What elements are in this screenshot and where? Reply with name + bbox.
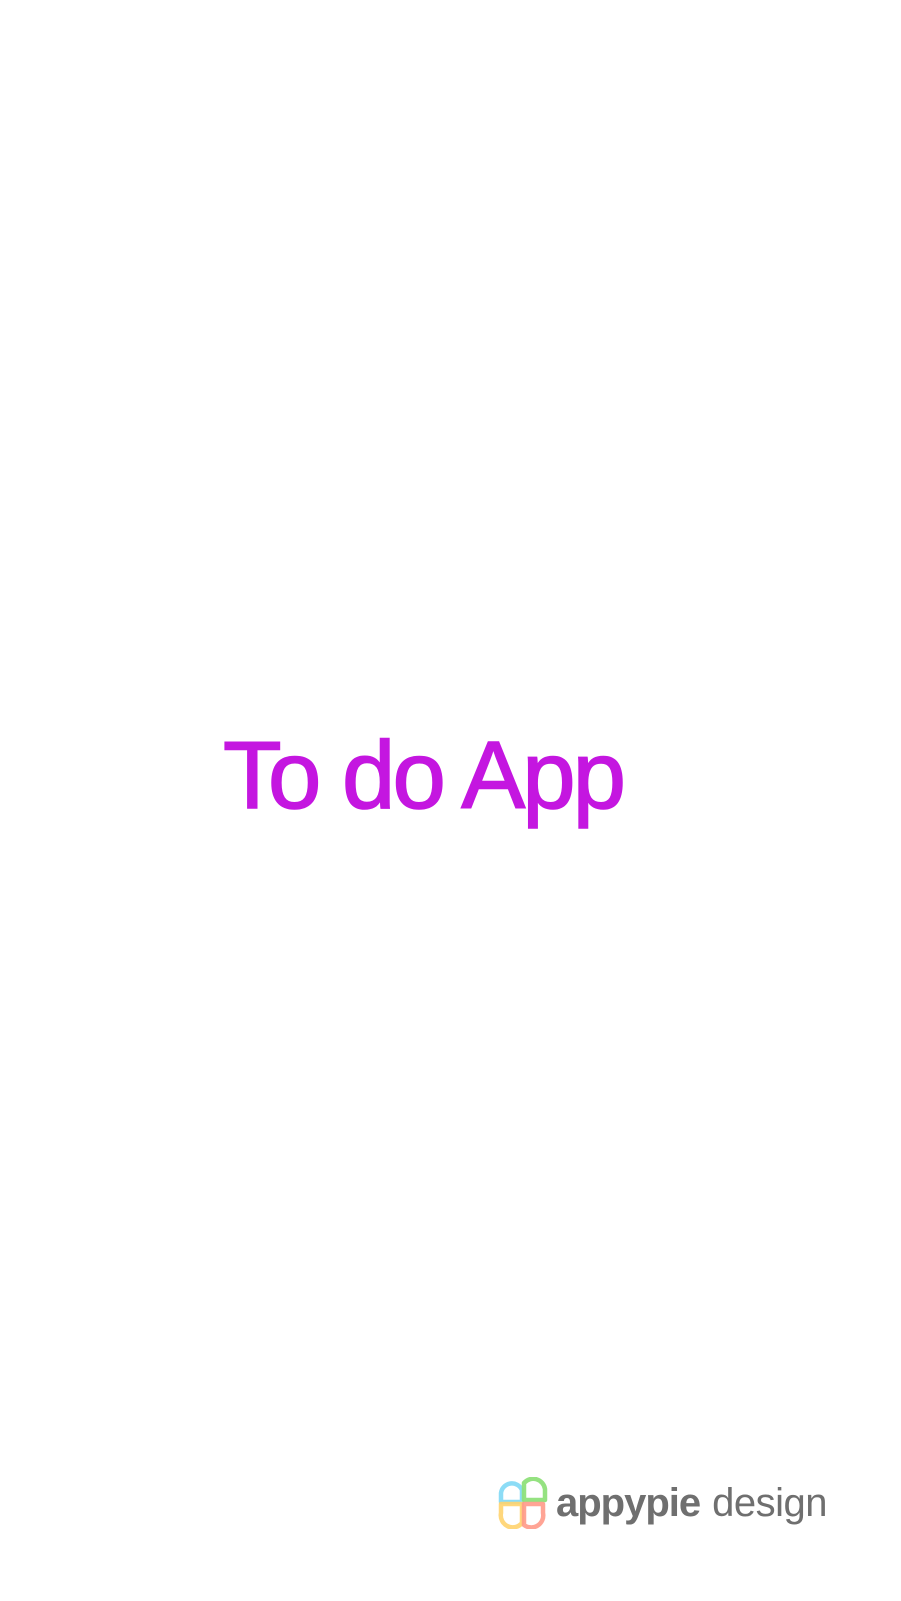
app-title: To do App	[222, 722, 627, 829]
appypie-watermark: appypie design	[497, 1475, 828, 1531]
appypie-logo-icon	[498, 1477, 548, 1529]
splash-screen: To do App appypie design	[0, 0, 901, 1601]
watermark-suffix: design	[712, 1481, 828, 1525]
watermark-brand: appypie	[556, 1481, 701, 1525]
